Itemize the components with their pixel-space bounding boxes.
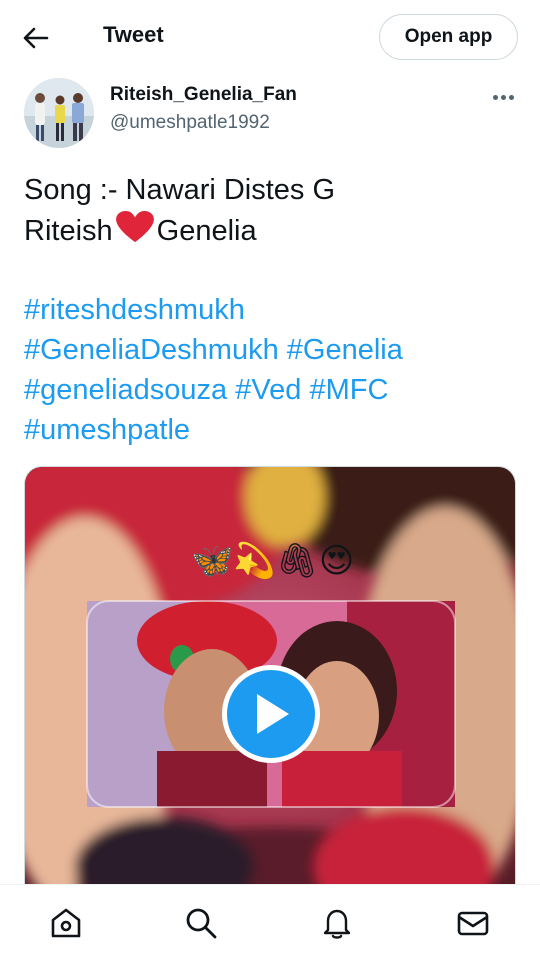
more-button[interactable] [488,86,518,108]
messages-icon [457,911,489,936]
hashtag-link[interactable]: #MFC [309,374,388,406]
open-app-button[interactable]: Open app [379,14,518,60]
more-dot [508,94,514,100]
video-media-card[interactable]: 🦋💫🖇😍 [24,466,516,906]
more-horizontal-icon [492,94,498,100]
play-icon [257,694,289,734]
notifications-icon [323,909,351,939]
bottom-navigation [0,884,540,960]
more-dot [500,94,506,100]
tweet-text: Song :- Nawari Distes G Riteish Genelia [24,170,524,251]
nav-search[interactable] [183,905,219,941]
nav-home[interactable] [48,905,84,941]
red-heart-icon [115,210,154,243]
top-bar: Tweet Open app [0,0,540,74]
hashtag-block: #riteshdeshmukh #GeneliaDeshmukh #Geneli… [24,290,524,450]
hashtag-link[interactable]: #umeshpatle [24,414,190,446]
avatar-image [24,78,94,148]
avatar[interactable] [24,78,94,148]
hashtag-line: #GeneliaDeshmukh #Genelia [24,330,524,370]
nav-notifications[interactable] [319,905,355,941]
back-button[interactable] [18,20,54,56]
nav-messages[interactable] [455,905,491,941]
hashtag-line: #geneliadsouza #Ved #MFC [24,370,524,410]
play-button[interactable] [222,665,320,763]
tweet-line-2: Riteish Genelia [24,210,524,251]
page-title: Tweet [103,22,164,47]
tweet-line-1: Song :- Nawari Distes G [24,174,336,206]
author-name[interactable]: Riteish_Genelia_Fan [110,84,297,106]
tweet-text-genelia: Genelia [156,215,257,247]
arrow-left-icon [23,27,49,49]
hashtag-line: #riteshdeshmukh [24,290,524,330]
author-handle[interactable]: @umeshpatle1992 [110,112,270,134]
hashtag-link[interactable]: #riteshdeshmukh [24,294,245,326]
hashtag-link[interactable]: #Genelia [287,334,403,366]
hashtag-link[interactable]: #Ved [235,374,301,406]
hashtag-line: #umeshpatle [24,410,524,450]
tweet-text-riteish: Riteish [24,215,113,247]
home-icon [51,908,81,938]
emoji-overlay: 🦋💫🖇😍 [191,541,355,581]
hashtag-link[interactable]: #geneliadsouza [24,374,227,406]
hashtag-link[interactable]: #GeneliaDeshmukh [24,334,279,366]
search-icon [186,908,217,939]
